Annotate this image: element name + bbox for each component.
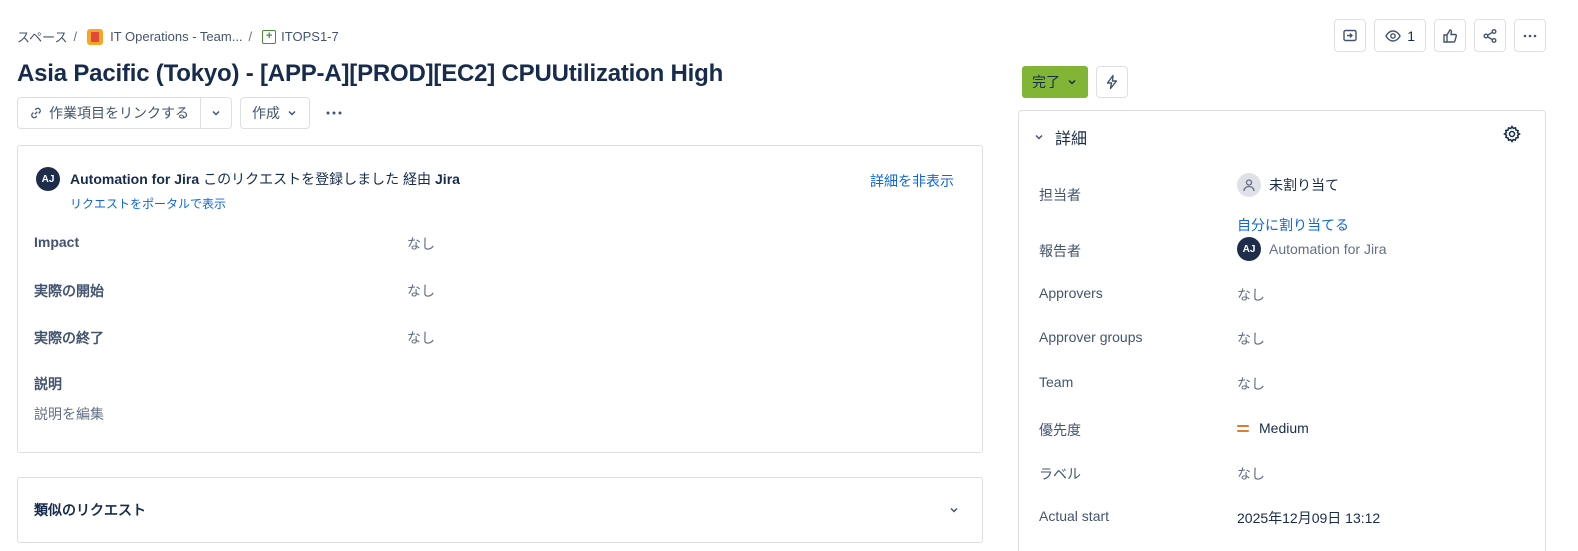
avatar[interactable]: AJ xyxy=(36,167,60,191)
breadcrumb-spaces[interactable]: スペース xyxy=(17,27,67,46)
chevron-down-icon xyxy=(948,504,960,516)
page-title[interactable]: Asia Pacific (Tokyo) - [APP-A][PROD][EC2… xyxy=(17,60,723,88)
field-label: 実際の終了 xyxy=(34,330,104,346)
status-button[interactable]: 完了 xyxy=(1022,66,1088,98)
field-label: Impact xyxy=(34,234,80,250)
toolbar-more-button[interactable] xyxy=(318,97,350,129)
priority-value[interactable]: Medium xyxy=(1237,420,1309,436)
breadcrumb-separator: / xyxy=(73,29,78,44)
more-icon xyxy=(326,111,342,115)
breadcrumb-project[interactable]: IT Operations - Team... xyxy=(83,28,243,45)
breadcrumb-issue[interactable]: + ITOPS1-7 xyxy=(258,29,339,44)
create-button[interactable]: 作成 xyxy=(240,97,310,129)
detail-label: 優先度 xyxy=(1039,422,1081,438)
share-button[interactable] xyxy=(1474,19,1506,52)
field-value[interactable]: なし xyxy=(407,328,435,348)
detail-label: Approver groups xyxy=(1039,329,1143,345)
reporter-value[interactable]: AJ Automation for Jira xyxy=(1237,237,1387,261)
details-title: 詳細 xyxy=(1055,131,1088,148)
breadcrumb-project-label: IT Operations - Team... xyxy=(110,29,243,44)
reporter-name[interactable]: Automation for Jira xyxy=(70,171,199,187)
link-issue-split-button: 作業項目をリンクする xyxy=(17,97,232,129)
more-actions-button[interactable] xyxy=(1514,19,1546,52)
eye-icon xyxy=(1385,29,1401,42)
request-action-text: このリクエストを登録しました 経由 xyxy=(203,171,432,187)
breadcrumb-issue-key: ITOPS1-7 xyxy=(281,29,339,44)
feedback-button[interactable] xyxy=(1334,19,1367,52)
link-issue-dropdown[interactable] xyxy=(201,98,231,128)
detail-label: 報告者 xyxy=(1039,243,1081,259)
request-channel: Jira xyxy=(435,171,460,187)
gear-icon[interactable] xyxy=(1503,125,1521,143)
description-editor[interactable]: 説明を編集 xyxy=(34,404,104,424)
link-issue-button[interactable]: 作業項目をリンクする xyxy=(18,98,201,128)
detail-label: Actual start xyxy=(1039,508,1110,524)
person-icon xyxy=(1237,173,1261,197)
assignee-value[interactable]: 未割り当て xyxy=(1237,173,1339,197)
reporter-name: Automation for Jira xyxy=(1269,241,1387,257)
detail-value[interactable]: なし xyxy=(1237,285,1265,305)
link-issue-label: 作業項目をリンクする xyxy=(49,105,189,121)
feedback-icon xyxy=(1343,29,1357,41)
issue-type-icon: + xyxy=(262,29,277,44)
issue-toolbar: 作業項目をリンクする 作成 xyxy=(17,97,350,129)
breadcrumb-separator: / xyxy=(248,29,253,44)
detail-value[interactable]: なし xyxy=(1237,374,1265,394)
hide-details-link[interactable]: 詳細を非表示 xyxy=(870,171,954,191)
header-actions: 1 xyxy=(1334,19,1546,52)
avatar: AJ xyxy=(1237,237,1261,261)
chevron-down-icon xyxy=(1033,131,1045,143)
request-panel: AJ Automation for Jira このリクエストを登録しました 経由… xyxy=(17,145,983,453)
status-label: 完了 xyxy=(1032,74,1060,90)
detail-label: 担当者 xyxy=(1039,187,1081,203)
view-in-portal-link[interactable]: リクエストをポータルで表示 xyxy=(70,195,226,212)
create-label: 作成 xyxy=(252,105,280,121)
detail-value[interactable]: 2025年12月09日 13:12 xyxy=(1237,508,1380,528)
project-icon xyxy=(87,28,104,45)
field-value[interactable]: なし xyxy=(407,281,435,301)
details-panel: 詳細 担当者 未割り当て 自分に割り当てる 報告者 AJ Automation … xyxy=(1018,110,1546,551)
detail-label: Approvers xyxy=(1039,285,1103,301)
details-toggle[interactable]: 詳細 xyxy=(1033,125,1087,149)
more-icon xyxy=(1523,34,1537,37)
link-icon xyxy=(31,107,41,119)
like-button[interactable] xyxy=(1434,19,1466,52)
watch-count: 1 xyxy=(1407,27,1415,44)
priority-medium-icon xyxy=(1237,424,1249,432)
detail-value[interactable]: なし xyxy=(1237,464,1265,484)
priority-name: Medium xyxy=(1259,420,1309,436)
request-origin: AJ Automation for Jira このリクエストを登録しました 経由… xyxy=(36,167,460,191)
chevron-down-icon xyxy=(286,107,298,119)
assignee-name: 未割り当て xyxy=(1269,177,1339,193)
assign-to-me-link[interactable]: 自分に割り当てる xyxy=(1237,215,1349,235)
description-label: 説明 xyxy=(34,376,62,392)
watch-button[interactable]: 1 xyxy=(1374,19,1426,52)
field-label: 実際の開始 xyxy=(34,283,104,299)
detail-label: ラベル xyxy=(1039,466,1081,482)
breadcrumb: スペース / IT Operations - Team... / + ITOPS… xyxy=(17,27,339,46)
share-icon xyxy=(1483,28,1497,43)
similar-requests-label: 類似のリクエスト xyxy=(34,502,146,518)
lightning-icon xyxy=(1106,74,1118,90)
similar-requests-panel[interactable]: 類似のリクエスト xyxy=(17,477,983,543)
field-value[interactable]: なし xyxy=(407,234,435,254)
detail-label: Team xyxy=(1039,374,1074,390)
chevron-down-icon xyxy=(1066,76,1078,88)
automation-button[interactable] xyxy=(1096,66,1128,98)
detail-value[interactable]: なし xyxy=(1237,329,1265,349)
thumbs-up-icon xyxy=(1443,28,1458,43)
chevron-down-icon xyxy=(210,107,222,119)
